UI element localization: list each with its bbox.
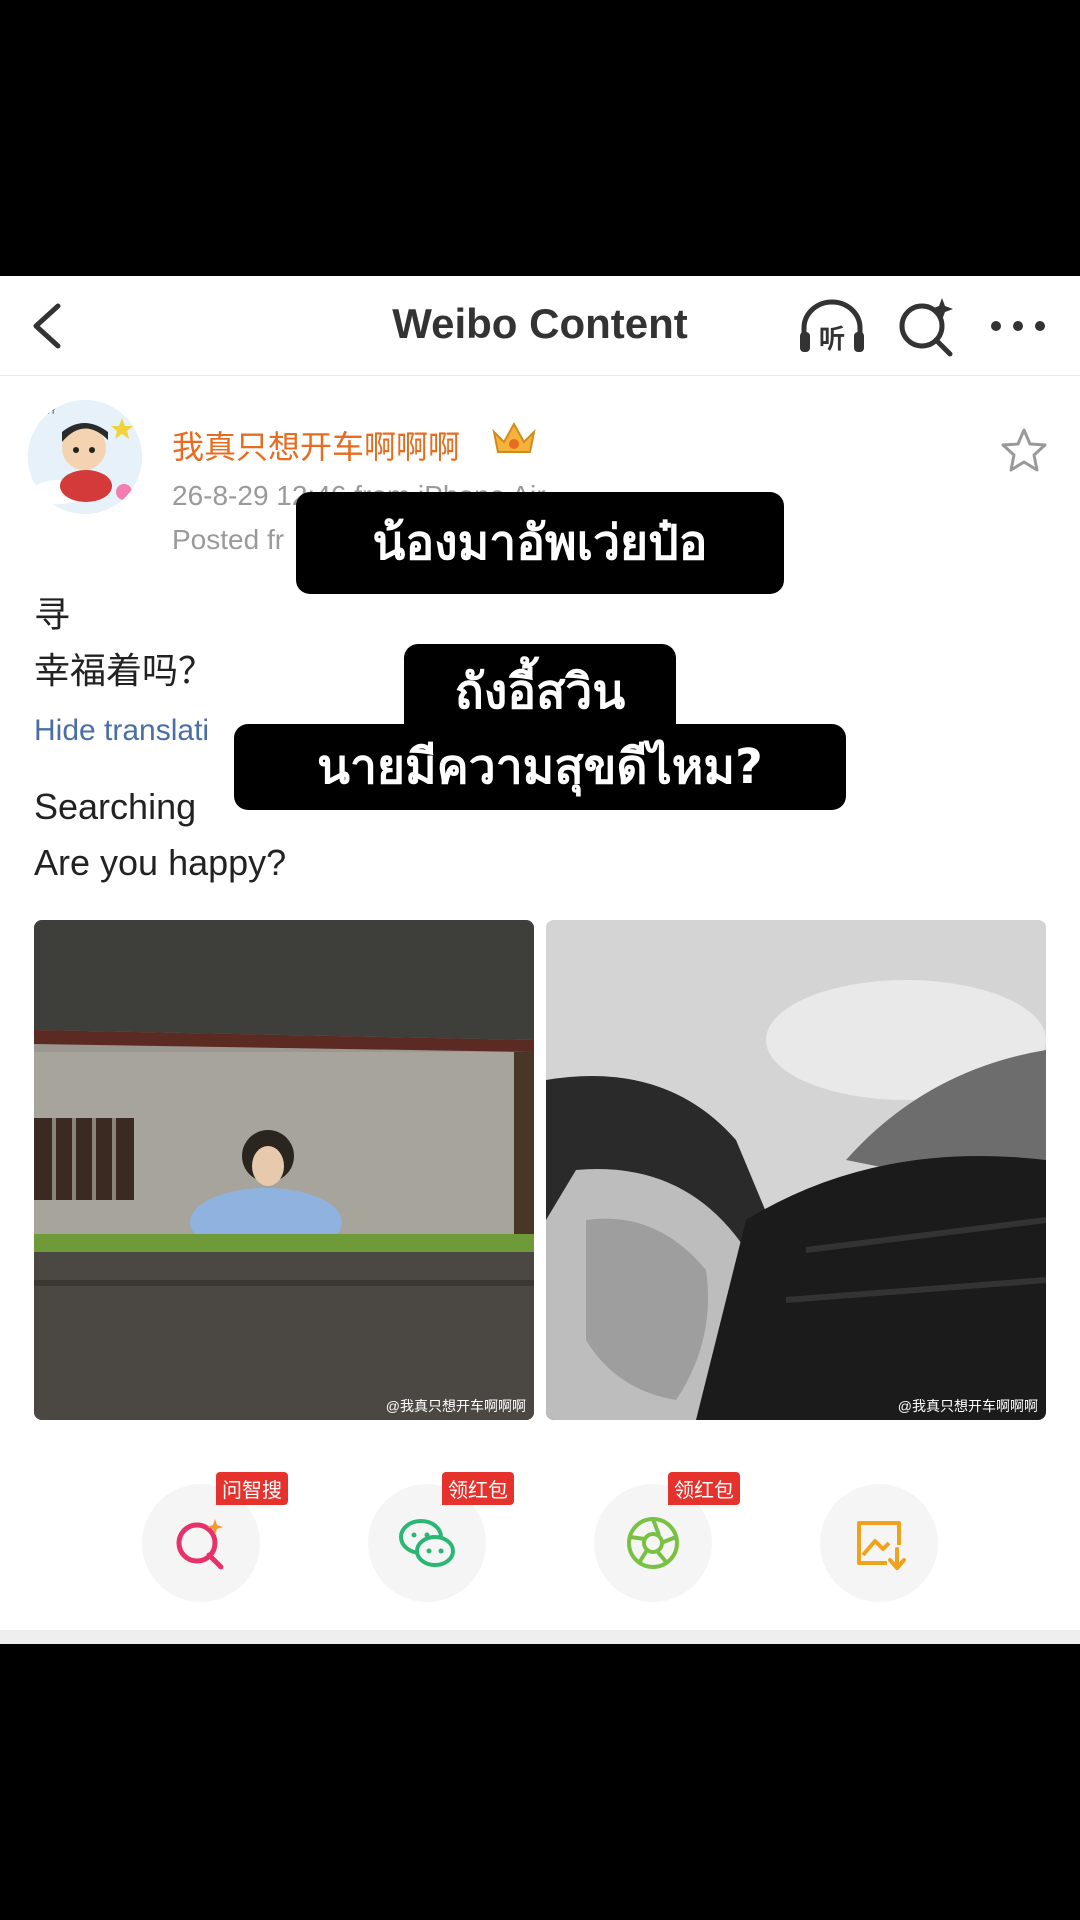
post-text-line-2: 幸福着吗？ <box>34 650 215 691</box>
wechat-icon <box>399 1519 455 1567</box>
caption-line-3: นายมีความสุขดีไหม? <box>234 724 846 810</box>
top-letterbox <box>0 0 1080 276</box>
share-moments-button[interactable]: 领红包 <box>594 1472 740 1602</box>
star-icon[interactable] <box>1000 426 1048 474</box>
moments-icon <box>627 1517 679 1569</box>
headphones-listen-icon[interactable]: 听 <box>796 296 868 356</box>
hide-translation-link[interactable]: Hide translati <box>34 714 209 748</box>
action-badge: 领红包 <box>668 1472 740 1505</box>
save-image-icon <box>857 1521 906 1570</box>
more-icon[interactable] <box>988 302 1048 350</box>
ai-search-icon <box>176 1519 224 1570</box>
post-photo-1[interactable]: @我真只想开车啊啊啊 <box>34 920 534 1420</box>
posted-from: Posted fr <box>172 524 285 555</box>
svg-text:G·UY: G·UY <box>34 407 56 417</box>
weibo-app: Weibo Content 听 G·UY 我真只想开车啊啊啊 26-8-29 P… <box>0 276 1080 1644</box>
ai-search-icon[interactable] <box>896 294 956 358</box>
nav-bar: Weibo Content 听 <box>0 276 1080 376</box>
bottom-divider <box>0 1630 1080 1644</box>
username[interactable]: 我真只想开车啊啊啊 <box>172 422 460 468</box>
listen-label: 听 <box>819 325 845 355</box>
bottom-letterbox <box>0 1644 1080 1920</box>
save-image-button[interactable] <box>820 1484 938 1602</box>
share-wechat-button[interactable]: 领红包 <box>368 1472 514 1602</box>
translation-line-2: Are you happy? <box>34 842 287 883</box>
caption-line-1: น้องมาอัพเว่ยป๋อ <box>296 492 784 594</box>
post-text-line-1: 寻 <box>34 594 71 635</box>
post-photo-2[interactable]: @我真只想开车啊啊啊 <box>546 920 1046 1420</box>
action-badge: 领红包 <box>442 1472 514 1505</box>
photo-watermark: @我真只想开车啊啊啊 <box>385 1398 526 1414</box>
avatar[interactable]: G·UY <box>28 400 142 514</box>
ai-search-share-button[interactable]: 问智搜 <box>142 1472 288 1602</box>
translation-line-1: Searching <box>34 786 197 827</box>
photo-watermark: @我真只想开车啊啊啊 <box>897 1398 1038 1414</box>
action-badge: 问智搜 <box>216 1472 288 1505</box>
crown-badge-icon <box>492 421 536 453</box>
